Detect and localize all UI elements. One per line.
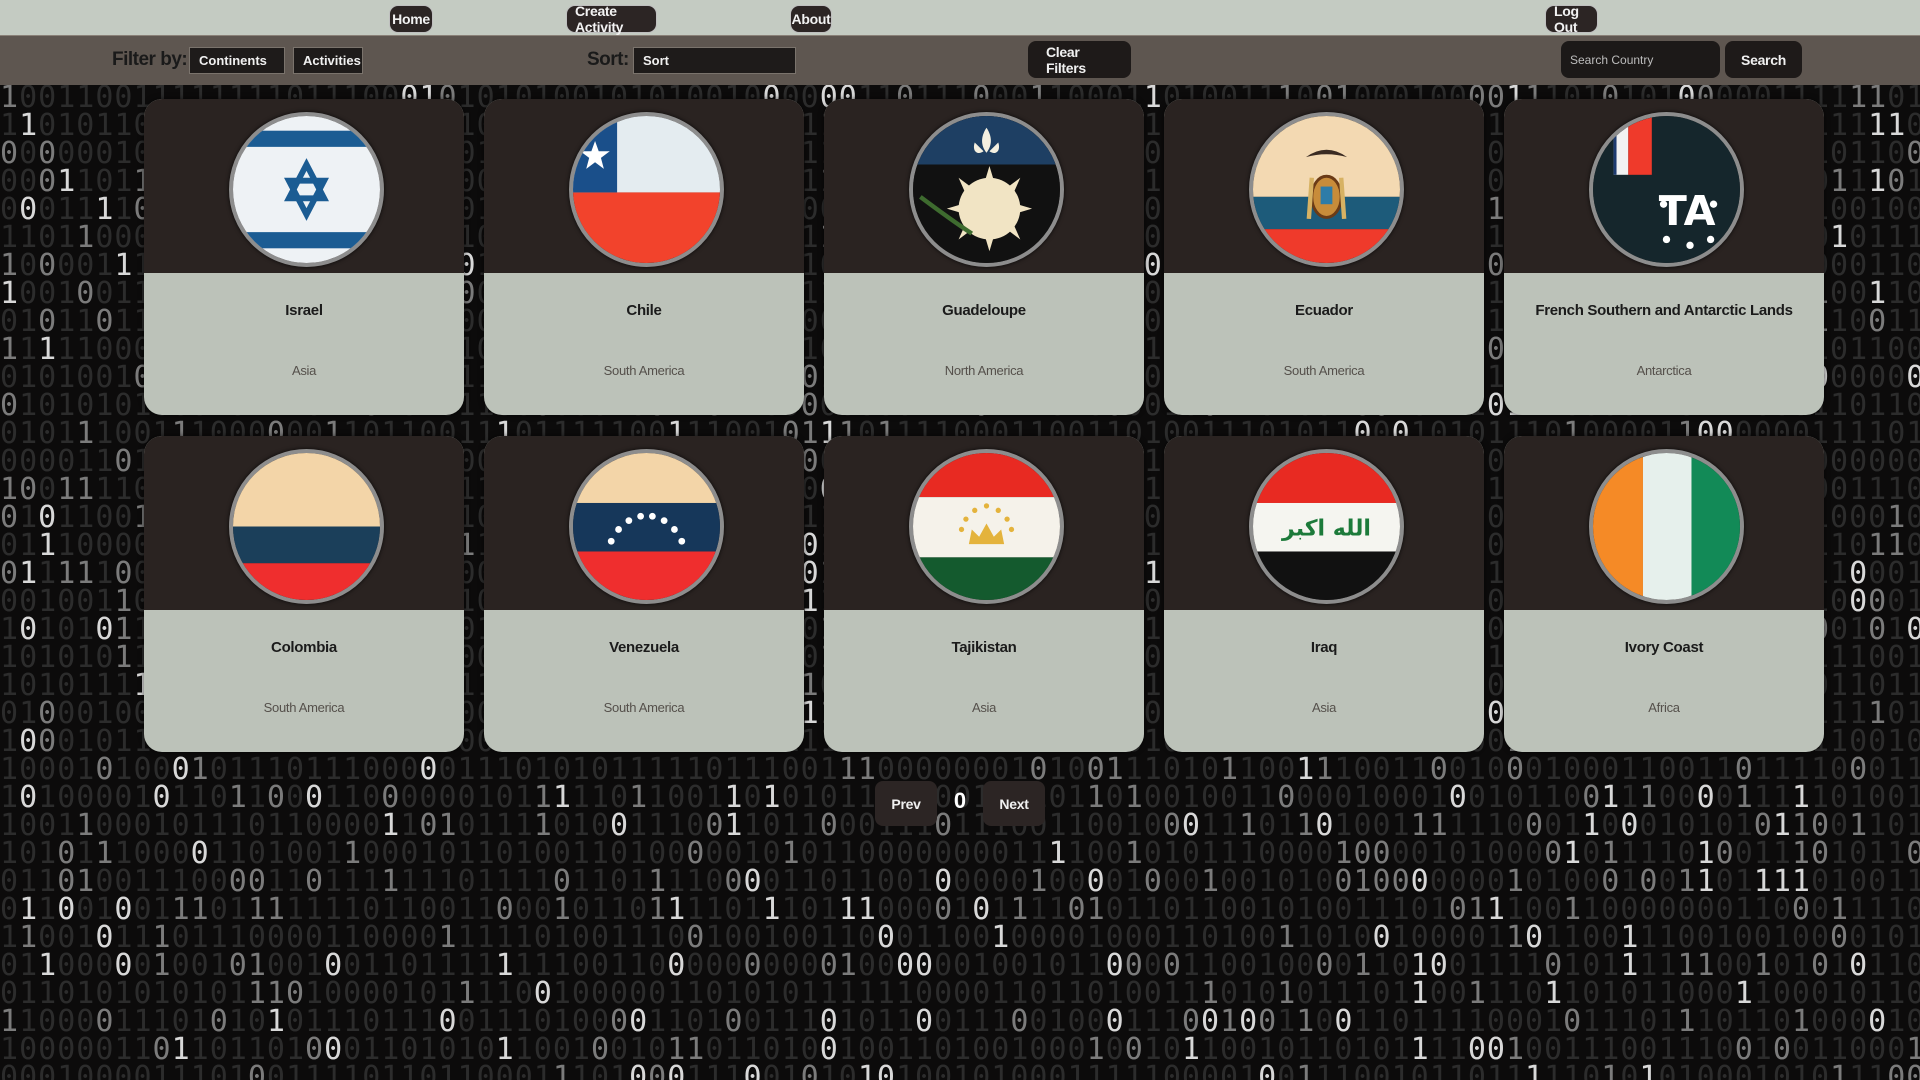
country-name: French Southern and Antarctic Lands [1535,302,1793,319]
country-name: Iraq [1310,639,1338,656]
logout-button[interactable]: Log Out [1545,3,1598,35]
create-activity-button[interactable]: Create Activity [566,3,657,35]
clear-filters-button[interactable]: Clear Filters [1028,41,1131,78]
continents-select[interactable]: Continents [189,47,285,74]
country-name: Ecuador [1295,302,1353,319]
home-button[interactable]: Home [389,5,433,33]
top-nav: Home Create Activity About Log Out [0,0,1920,35]
iraq-flag-text: الله اكبر [1281,516,1371,541]
country-name: Venezuela [609,639,679,656]
country-card[interactable]: Israel Asia [144,99,464,415]
country-card[interactable]: Colombia South America [144,436,464,752]
tajikistan-flag-icon [909,449,1064,604]
country-name: Ivory Coast [1624,639,1704,656]
iraq-flag-icon: الله اكبر [1249,449,1404,604]
country-continent: North America [944,363,1024,378]
chile-flag-icon [569,112,724,267]
activities-select[interactable]: Activities [293,47,363,74]
country-name: Chile [626,302,662,319]
filter-label: Filter by: [112,49,188,70]
country-continent: South America [263,700,345,715]
country-continent: Asia [1311,700,1337,715]
colombia-flag-icon [229,449,384,604]
country-continent: Asia [291,363,317,378]
search-button[interactable]: Search [1725,41,1802,78]
country-continent: South America [603,363,685,378]
country-continent: Asia [971,700,997,715]
country-card[interactable]: Chile South America [484,99,804,415]
filter-bar: Filter by: Continents Activities Sort: S… [0,35,1920,85]
country-card[interactable]: الله اكبر Iraq Asia [1164,436,1484,752]
country-continent: Africa [1648,700,1680,715]
ecuador-flag-icon [1249,112,1404,267]
sort-select[interactable]: Sort [633,47,796,74]
country-continent: South America [1283,363,1365,378]
country-card[interactable]: Ecuador South America [1164,99,1484,415]
search-input[interactable] [1561,41,1720,78]
country-name: Colombia [271,639,337,656]
country-name: Guadeloupe [942,302,1026,319]
ivory-coast-flag-icon [1589,449,1744,604]
country-card[interactable]: Ivory Coast Africa [1504,436,1824,752]
prev-button[interactable]: Prev [875,781,937,826]
israel-flag-icon [229,112,384,267]
guadeloupe-flag-icon [909,112,1064,267]
venezuela-flag-icon [569,449,724,604]
country-card[interactable]: Guadeloupe North America [824,99,1144,415]
french-southern-lands-flag-icon: TA [1589,112,1744,267]
country-card[interactable]: TA French Southern and Antarctic Lands A… [1504,99,1824,415]
next-button[interactable]: Next [983,781,1045,826]
country-card[interactable]: Venezuela South America [484,436,804,752]
country-name: Tajikistan [951,639,1017,656]
page-number: 0 [953,788,967,813]
sort-label: Sort: [587,49,629,70]
country-continent: Antarctica [1636,363,1692,378]
about-button[interactable]: About [790,5,832,33]
country-card[interactable]: Tajikistan Asia [824,436,1144,752]
country-name: Israel [285,302,323,319]
country-continent: South America [603,700,685,715]
svg-text:TA: TA [1659,187,1716,235]
